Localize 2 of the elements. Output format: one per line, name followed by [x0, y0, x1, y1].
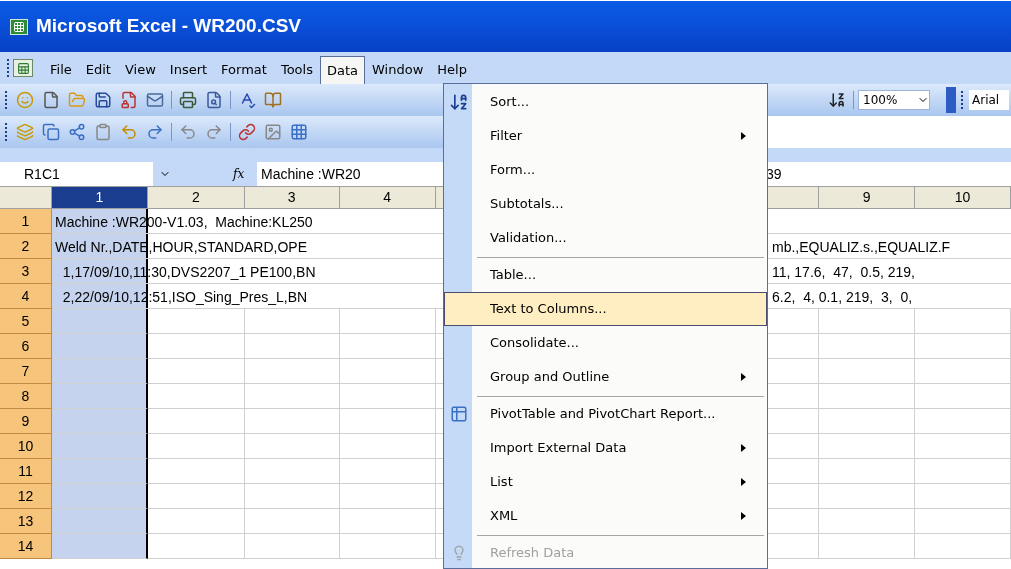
- window-title: Microsoft Excel - WR200.CSV: [36, 14, 302, 39]
- zoom-value: 100%: [863, 92, 898, 109]
